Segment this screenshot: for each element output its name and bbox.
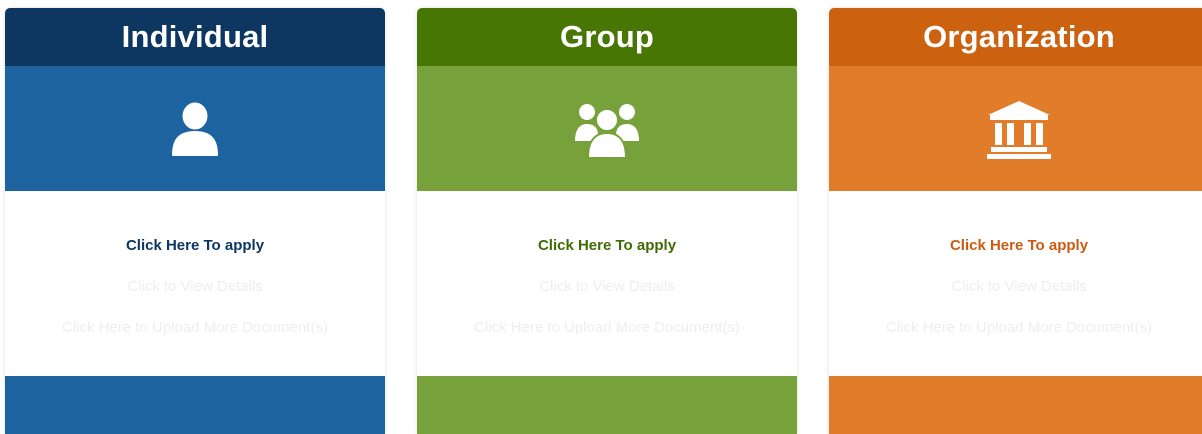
card-icon-area [5,66,385,191]
card-footer [417,376,797,434]
card-icon-area [417,66,797,191]
card-links: Click Here To apply Click to View Detail… [417,191,797,376]
upload-documents-link[interactable]: Click Here to Upload More Document(s) [417,319,797,336]
view-details-link[interactable]: Click to View Details [829,278,1202,295]
card-organization: Organization Click Here To apply Click t… [829,8,1202,434]
card-title: Organization [829,8,1202,66]
apply-link[interactable]: Click Here To apply [417,237,797,254]
card-title: Group [417,8,797,66]
card-group: Group Click Here To apply Click to View … [417,8,797,434]
users-group-icon [574,99,640,159]
bank-building-icon [986,99,1052,159]
card-individual: Individual Click Here To apply Click to … [5,8,385,434]
upload-documents-link[interactable]: Click Here to Upload More Document(s) [5,319,385,336]
card-links: Click Here To apply Click to View Detail… [5,191,385,376]
application-type-cards: Individual Click Here To apply Click to … [0,0,1202,434]
card-links: Click Here To apply Click to View Detail… [829,191,1202,376]
upload-documents-link[interactable]: Click Here to Upload More Document(s) [829,319,1202,336]
user-icon [170,101,220,157]
card-icon-area [829,66,1202,191]
apply-link[interactable]: Click Here To apply [829,237,1202,254]
view-details-link[interactable]: Click to View Details [417,278,797,295]
apply-link[interactable]: Click Here To apply [5,237,385,254]
card-title: Individual [5,8,385,66]
card-footer [829,376,1202,434]
card-footer [5,376,385,434]
view-details-link[interactable]: Click to View Details [5,278,385,295]
